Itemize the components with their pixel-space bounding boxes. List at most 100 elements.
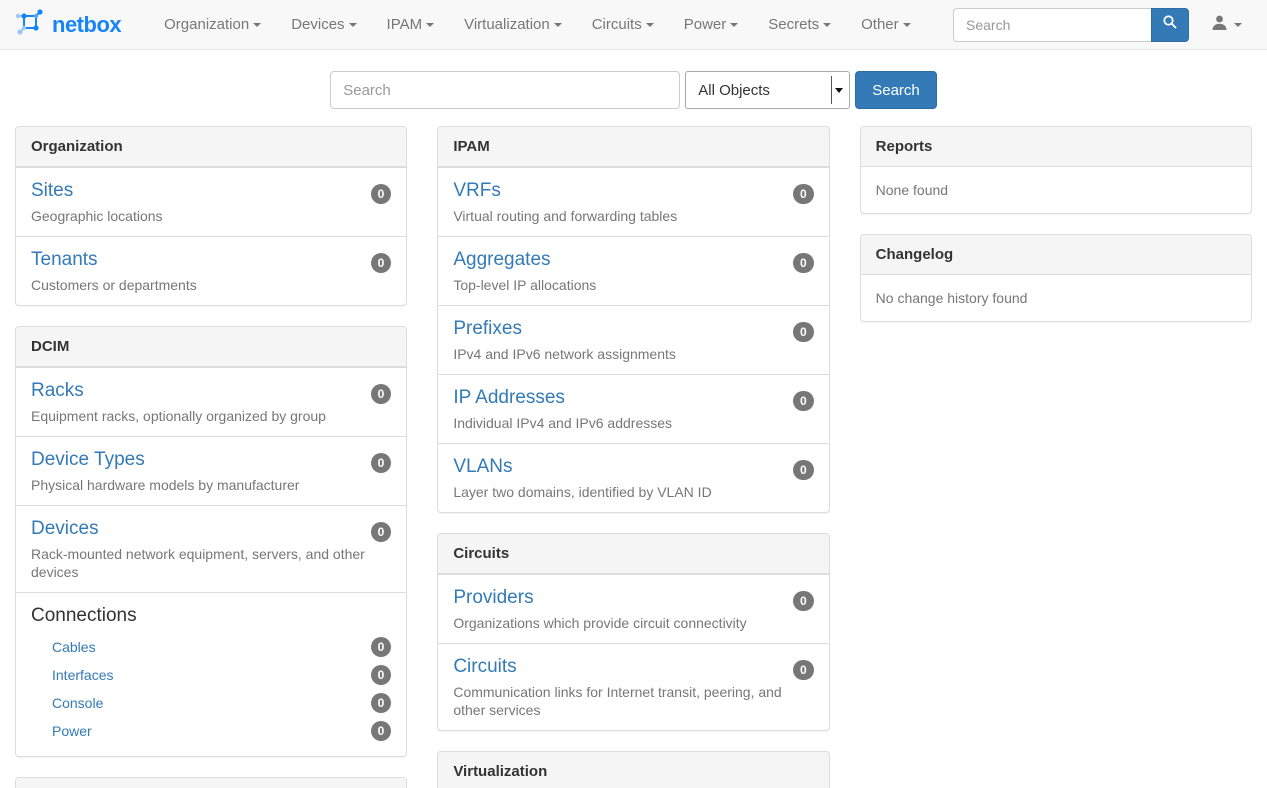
chevron-down-icon [835,88,843,93]
racks-link[interactable]: Racks [31,378,84,404]
panel-virtualization: Virtualization Clusters 0 [437,751,829,788]
console-link[interactable]: Console [52,695,103,711]
power-connections-link[interactable]: Power [52,723,92,739]
item-description: Individual IPv4 and IPv6 addresses [453,414,813,432]
main-menu: Organization Devices IPAM Virtualization… [149,0,926,50]
item-description: Physical hardware models by manufacturer [31,476,391,494]
changelog-empty-text: No change history found [861,275,1251,321]
select-arrow-strip [831,76,844,104]
netbox-logo-icon [15,7,45,42]
object-type-selected: All Objects [698,82,770,99]
vlans-link[interactable]: VLANs [453,454,512,480]
panel-reports: Reports None found [860,126,1252,214]
connection-row: Power 0 [31,717,391,745]
chevron-down-icon [253,23,261,27]
navbar-search-input[interactable] [953,8,1151,42]
cables-link[interactable]: Cables [52,639,96,655]
count-badge: 0 [793,460,814,480]
connections-heading: Connections [31,603,391,629]
device-types-link[interactable]: Device Types [31,447,145,473]
list-item: Providers 0 Organizations which provide … [438,574,828,643]
quick-search-input[interactable] [330,71,680,109]
list-item: Devices 0 Rack-mounted network equipment… [16,505,406,592]
menu-other[interactable]: Other [846,0,926,50]
item-description: IPv4 and IPv6 network assignments [453,345,813,363]
list-item: Prefixes 0 IPv4 and IPv6 network assignm… [438,305,828,374]
chevron-down-icon [823,23,831,27]
panel-title: Reports [861,127,1251,167]
count-badge: 0 [371,384,392,404]
panel-power: Power [15,777,407,788]
count-badge: 0 [371,721,392,741]
devices-link[interactable]: Devices [31,516,99,542]
count-badge: 0 [371,637,392,657]
chevron-down-icon [426,23,434,27]
aggregates-link[interactable]: Aggregates [453,247,550,273]
quick-search-form: All Objects Search [0,71,1267,109]
ip-addresses-link[interactable]: IP Addresses [453,385,565,411]
count-badge: 0 [371,253,392,273]
connection-row: Interfaces 0 [31,661,391,689]
circuits-link[interactable]: Circuits [453,654,516,680]
quick-search-button[interactable]: Search [855,71,937,109]
count-badge: 0 [371,184,392,204]
list-item: IP Addresses 0 Individual IPv4 and IPv6 … [438,374,828,443]
count-badge: 0 [371,665,392,685]
interfaces-link[interactable]: Interfaces [52,667,113,683]
chevron-down-icon [903,23,911,27]
list-item: Racks 0 Equipment racks, optionally orga… [16,367,406,436]
netbox-brand-link[interactable]: netbox [15,7,121,42]
menu-circuits[interactable]: Circuits [577,0,669,50]
item-description: Customers or departments [31,276,391,294]
navbar-right [953,8,1252,42]
top-navbar: netbox Organization Devices IPAM Virtual… [0,0,1267,50]
panel-changelog: Changelog No change history found [860,234,1252,322]
chevron-down-icon [349,23,357,27]
list-item: VRFs 0 Virtual routing and forwarding ta… [438,167,828,236]
item-description: Organizations which provide circuit conn… [453,614,813,632]
menu-power[interactable]: Power [669,0,754,50]
brand-text: netbox [52,12,121,38]
count-badge: 0 [793,184,814,204]
count-badge: 0 [371,522,392,542]
panel-organization: Organization Sites 0 Geographic location… [15,126,407,306]
item-description: Virtual routing and forwarding tables [453,207,813,225]
menu-devices[interactable]: Devices [276,0,371,50]
menu-organization[interactable]: Organization [149,0,276,50]
menu-secrets[interactable]: Secrets [753,0,846,50]
vrfs-link[interactable]: VRFs [453,178,501,204]
navbar-search-button[interactable] [1151,8,1189,42]
count-badge: 0 [793,660,814,680]
item-description: Rack-mounted network equipment, servers,… [31,545,391,581]
panel-circuits: Circuits Providers 0 Organizations which… [437,533,829,731]
list-item: Aggregates 0 Top-level IP allocations [438,236,828,305]
list-item: Tenants 0 Customers or departments [16,236,406,305]
panel-title: Organization [16,127,406,167]
list-item: Device Types 0 Physical hardware models … [16,436,406,505]
sites-link[interactable]: Sites [31,178,73,204]
panel-dcim: DCIM Racks 0 Equipment racks, optionally… [15,326,407,757]
search-icon [1162,14,1178,35]
chevron-down-icon [554,23,562,27]
menu-ipam[interactable]: IPAM [372,0,450,50]
panel-title: Changelog [861,235,1251,275]
count-badge: 0 [793,322,814,342]
prefixes-link[interactable]: Prefixes [453,316,522,342]
reports-empty-text: None found [861,167,1251,213]
item-description: Communication links for Internet transit… [453,683,813,719]
object-type-select[interactable]: All Objects [685,71,850,109]
providers-link[interactable]: Providers [453,585,533,611]
panel-title: DCIM [16,327,406,367]
connection-row: Cables 0 [31,633,391,661]
column-left: Organization Sites 0 Geographic location… [0,126,422,788]
item-description: Top-level IP allocations [453,276,813,294]
item-description: Layer two domains, identified by VLAN ID [453,483,813,501]
user-menu[interactable] [1189,14,1252,36]
item-description: Geographic locations [31,207,391,225]
item-description: Equipment racks, optionally organized by… [31,407,391,425]
panel-title: Virtualization [438,752,828,788]
list-item: Circuits 0 Communication links for Inter… [438,643,828,730]
list-item: Sites 0 Geographic locations [16,167,406,236]
tenants-link[interactable]: Tenants [31,247,98,273]
menu-virtualization[interactable]: Virtualization [449,0,577,50]
